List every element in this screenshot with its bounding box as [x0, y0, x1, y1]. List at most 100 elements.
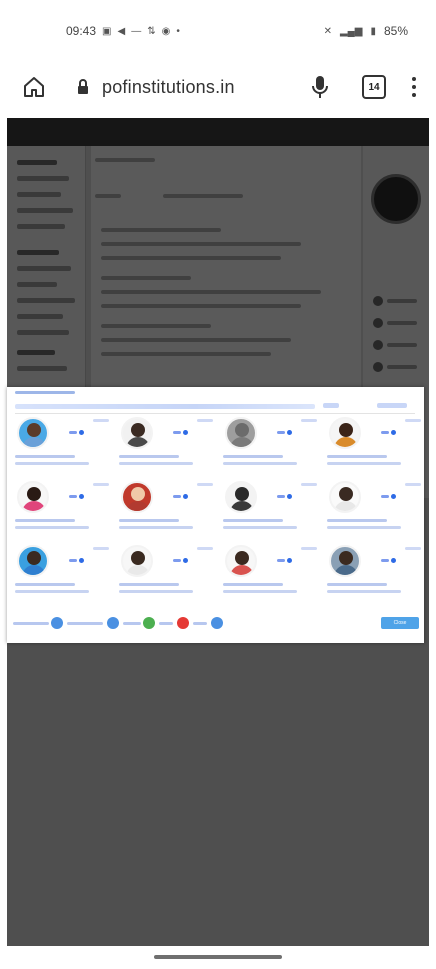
- avatar-body: [230, 437, 254, 447]
- staff-link[interactable]: [69, 559, 77, 562]
- staff-link[interactable]: [173, 495, 181, 498]
- staff-link[interactable]: [277, 431, 285, 434]
- staff-link[interactable]: [277, 559, 285, 562]
- staff-role: [15, 526, 89, 529]
- staff-card[interactable]: [13, 417, 117, 481]
- staff-card[interactable]: [117, 545, 221, 609]
- staff-status-dot: [79, 430, 84, 435]
- microphone-icon[interactable]: [308, 72, 332, 102]
- staff-modal: Close: [7, 387, 424, 643]
- staff-card[interactable]: [325, 417, 424, 481]
- modal-header-link[interactable]: [323, 403, 339, 408]
- mute-icon: ✕: [323, 25, 332, 37]
- staff-card[interactable]: [117, 417, 221, 481]
- staff-avatar[interactable]: [329, 545, 361, 577]
- staff-avatar[interactable]: [121, 481, 153, 513]
- divider: [15, 413, 415, 414]
- staff-link[interactable]: [277, 495, 285, 498]
- avatar-body: [22, 501, 46, 511]
- staff-status-dot: [287, 558, 292, 563]
- staff-name: [327, 583, 387, 586]
- staff-tag: [301, 483, 317, 486]
- battery-level: 85%: [383, 24, 408, 38]
- avatar-body: [230, 501, 254, 511]
- staff-link[interactable]: [69, 495, 77, 498]
- footer-label: [13, 622, 49, 625]
- avatar-head: [27, 423, 41, 437]
- staff-name: [15, 455, 75, 458]
- staff-link[interactable]: [69, 431, 77, 434]
- overflow-menu-icon[interactable]: [410, 75, 418, 99]
- staff-card[interactable]: [325, 545, 424, 609]
- status-time: 09:43: [66, 24, 97, 38]
- staff-status-dot: [183, 430, 188, 435]
- staff-tag: [93, 419, 109, 422]
- staff-avatar[interactable]: [121, 417, 153, 449]
- staff-card[interactable]: [13, 545, 117, 609]
- avatar-body: [230, 565, 254, 575]
- staff-card[interactable]: [221, 417, 325, 481]
- avatar-body: [334, 501, 358, 511]
- staff-tag: [301, 419, 317, 422]
- avatar-body: [22, 437, 46, 447]
- staff-card[interactable]: [13, 481, 117, 545]
- footer-icon[interactable]: [211, 617, 223, 629]
- modal-tab-strip[interactable]: [15, 404, 315, 409]
- staff-avatar[interactable]: [225, 417, 257, 449]
- staff-grid: [7, 417, 424, 607]
- footer-text: [123, 622, 141, 625]
- staff-card[interactable]: [325, 481, 424, 545]
- staff-status-dot: [391, 494, 396, 499]
- modal-header-link[interactable]: [377, 403, 407, 408]
- tab-count: 14: [368, 81, 380, 93]
- footer-icon[interactable]: [107, 617, 119, 629]
- avatar-body: [126, 501, 150, 511]
- avatar-head: [27, 487, 41, 501]
- staff-tag: [405, 483, 421, 486]
- staff-card[interactable]: [221, 481, 325, 545]
- staff-avatar[interactable]: [17, 481, 49, 513]
- staff-card[interactable]: [117, 481, 221, 545]
- footer-icon[interactable]: [51, 617, 63, 629]
- lock-icon[interactable]: [76, 78, 90, 96]
- avatar-body: [22, 565, 46, 575]
- staff-avatar[interactable]: [121, 545, 153, 577]
- staff-name: [15, 583, 75, 586]
- staff-role: [327, 462, 401, 465]
- staff-avatar[interactable]: [329, 417, 361, 449]
- telegram-icon: ◀: [117, 25, 126, 37]
- dash-icon: —: [131, 25, 142, 37]
- staff-link[interactable]: [173, 559, 181, 562]
- staff-avatar[interactable]: [225, 481, 257, 513]
- staff-role: [119, 462, 193, 465]
- address-bar-url[interactable]: pofinstitutions.in: [102, 77, 235, 98]
- staff-tag: [197, 547, 213, 550]
- staff-avatar[interactable]: [17, 545, 49, 577]
- staff-role: [15, 590, 89, 593]
- staff-link[interactable]: [381, 431, 389, 434]
- staff-avatar[interactable]: [225, 545, 257, 577]
- tab-switcher-button[interactable]: 14: [362, 75, 386, 99]
- staff-status-dot: [183, 494, 188, 499]
- gesture-navigation-bar[interactable]: [154, 955, 282, 959]
- staff-card[interactable]: [221, 545, 325, 609]
- avatar-body: [334, 565, 358, 575]
- staff-role: [223, 526, 297, 529]
- staff-link[interactable]: [381, 559, 389, 562]
- footer-icon[interactable]: [177, 617, 189, 629]
- close-button[interactable]: Close: [381, 617, 419, 629]
- avatar-head: [339, 423, 353, 437]
- staff-link[interactable]: [381, 495, 389, 498]
- modal-title: [15, 391, 75, 394]
- avatar-head: [339, 487, 353, 501]
- staff-link[interactable]: [173, 431, 181, 434]
- footer-icon[interactable]: [143, 617, 155, 629]
- home-icon[interactable]: [18, 71, 50, 103]
- staff-tag: [93, 483, 109, 486]
- staff-tag: [197, 419, 213, 422]
- staff-status-dot: [287, 494, 292, 499]
- staff-avatar[interactable]: [329, 481, 361, 513]
- message-icon: ▣: [102, 25, 112, 37]
- avatar-head: [235, 423, 249, 437]
- staff-avatar[interactable]: [17, 417, 49, 449]
